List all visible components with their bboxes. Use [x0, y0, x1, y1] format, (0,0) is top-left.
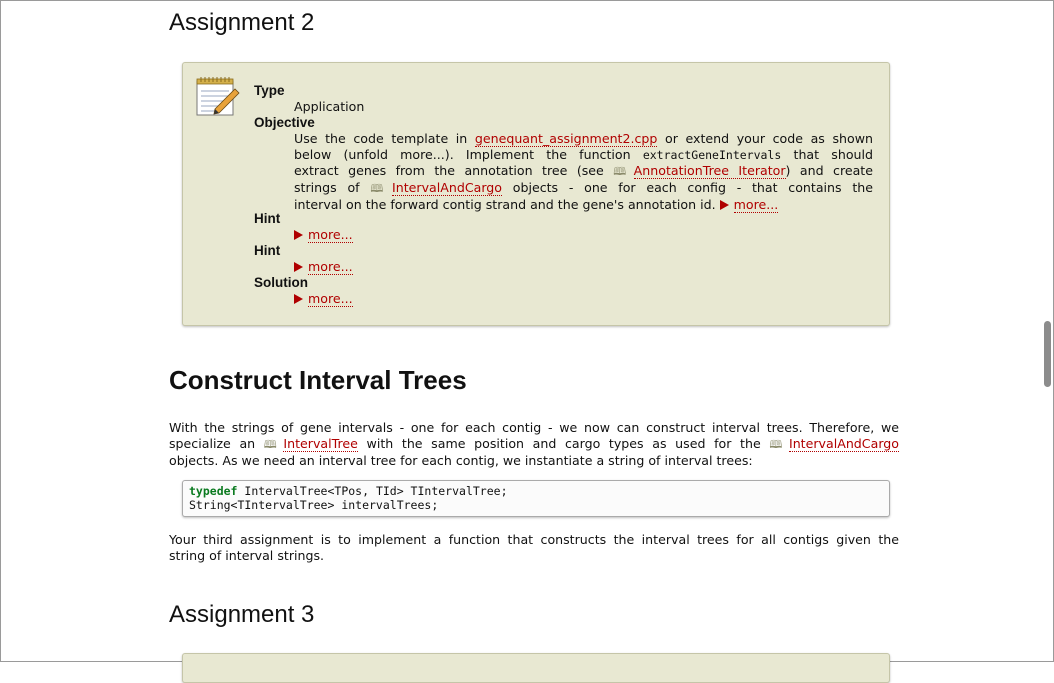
extract-gene-intervals-code: extractGeneIntervals: [642, 148, 782, 162]
objective-line-2: below (unfold more...). Implement the fu…: [294, 147, 873, 163]
interval-tree-link[interactable]: IntervalTree: [283, 436, 358, 452]
solution-label: Solution: [254, 275, 308, 290]
objective-more-toggle[interactable]: more...: [719, 197, 779, 213]
triangle-right-icon: [294, 262, 303, 272]
book-icon: 🕮: [613, 165, 632, 178]
triangle-right-icon: [294, 294, 303, 304]
objective-text-5: interval on the forward contig strand an…: [294, 197, 720, 212]
interval-and-cargo-link[interactable]: IntervalAndCargo: [392, 180, 503, 196]
solution-more-label: more...: [308, 291, 353, 307]
code-block: typedef IntervalTree<TPos, TId> TInterva…: [182, 480, 890, 517]
construct-paragraph: With the strings of gene intervals - one…: [169, 420, 899, 469]
objective-text-1a: Use the code template in: [294, 131, 475, 146]
objective-line-5: interval on the forward contig strand an…: [294, 197, 873, 213]
type-label: Type: [254, 83, 285, 98]
objective-text-3a: extract genes from the annotation tree (…: [294, 163, 614, 178]
construct-line-1: With the strings of gene intervals - one…: [169, 420, 899, 435]
objective-more-label: more...: [733, 197, 779, 213]
objective-line-4: strings of 🕮 IntervalAndCargo objects - o…: [294, 180, 873, 197]
construct-text-2b: with the same position and cargo types a…: [357, 436, 770, 451]
objective-line-3: extract genes from the annotation tree (…: [294, 163, 873, 180]
objective-text-1b: or extend your code as shown: [657, 131, 873, 146]
objective-text-4a: strings of: [294, 180, 371, 195]
code-keyword: typedef: [189, 484, 238, 498]
book-icon: 🕮: [263, 438, 282, 451]
objective-text: Use the code template in genequant_assig…: [294, 131, 873, 213]
hint-1-more-label: more...: [308, 227, 353, 243]
objective-text-2b: that should: [781, 147, 874, 162]
objective-text-3b: ) and create: [785, 163, 873, 178]
heading-assignment-2: Assignment 2: [169, 9, 315, 36]
construct-line-2: specialize an 🕮 IntervalTree with the sam…: [169, 436, 899, 453]
third-line-2: string of interval strings.: [169, 548, 325, 563]
construct-text-2a: specialize an: [169, 436, 264, 451]
solution-more-toggle[interactable]: more...: [294, 291, 873, 307]
code-line-1-rest: IntervalTree<TPos, TId> TIntervalTree;: [237, 484, 508, 498]
construct-line-3: objects. As we need an interval tree for…: [169, 453, 753, 468]
triangle-right-icon: [294, 230, 303, 240]
notepad-pencil-icon: [196, 77, 240, 116]
vertical-scrollbar-thumb[interactable]: [1044, 321, 1051, 387]
hint-1-label: Hint: [254, 211, 281, 226]
heading-construct-interval-trees: Construct Interval Trees: [169, 365, 467, 395]
objective-text-4b: objects - one for each config - that con…: [502, 180, 873, 195]
objective-text-2a: below (unfold more...). Implement the fu…: [294, 147, 643, 162]
genequant-assignment2-link[interactable]: genequant_assignment2.cpp: [474, 131, 658, 147]
objective-label: Objective: [254, 115, 315, 130]
annotation-tree-iterator-link[interactable]: AnnotationTree Iterator: [633, 163, 786, 179]
objective-line-1: Use the code template in genequant_assig…: [294, 131, 873, 147]
book-icon: 🕮: [370, 182, 391, 195]
assignment-2-box: Type Application Objective Use the code …: [182, 62, 890, 326]
hint-2-more-toggle[interactable]: more...: [294, 259, 873, 275]
code-line-2: String<TIntervalTree> intervalTrees;: [189, 498, 439, 512]
heading-assignment-3: Assignment 3: [169, 601, 315, 628]
book-icon: 🕮: [769, 438, 787, 451]
interval-and-cargo-link-2[interactable]: IntervalAndCargo: [788, 436, 899, 452]
hint-2-more-label: more...: [308, 259, 353, 275]
assignment-3-box: [182, 653, 890, 683]
third-assignment-paragraph: Your third assignment is to implement a …: [169, 532, 899, 564]
hint-1-more-toggle[interactable]: more...: [294, 227, 873, 243]
code-line-1: typedef IntervalTree<TPos, TId> TInterva…: [189, 484, 883, 498]
triangle-right-icon: [719, 200, 729, 210]
type-value: Application: [294, 99, 365, 114]
hint-2-label: Hint: [254, 243, 281, 258]
third-line-1: Your third assignment is to implement a …: [169, 532, 899, 547]
